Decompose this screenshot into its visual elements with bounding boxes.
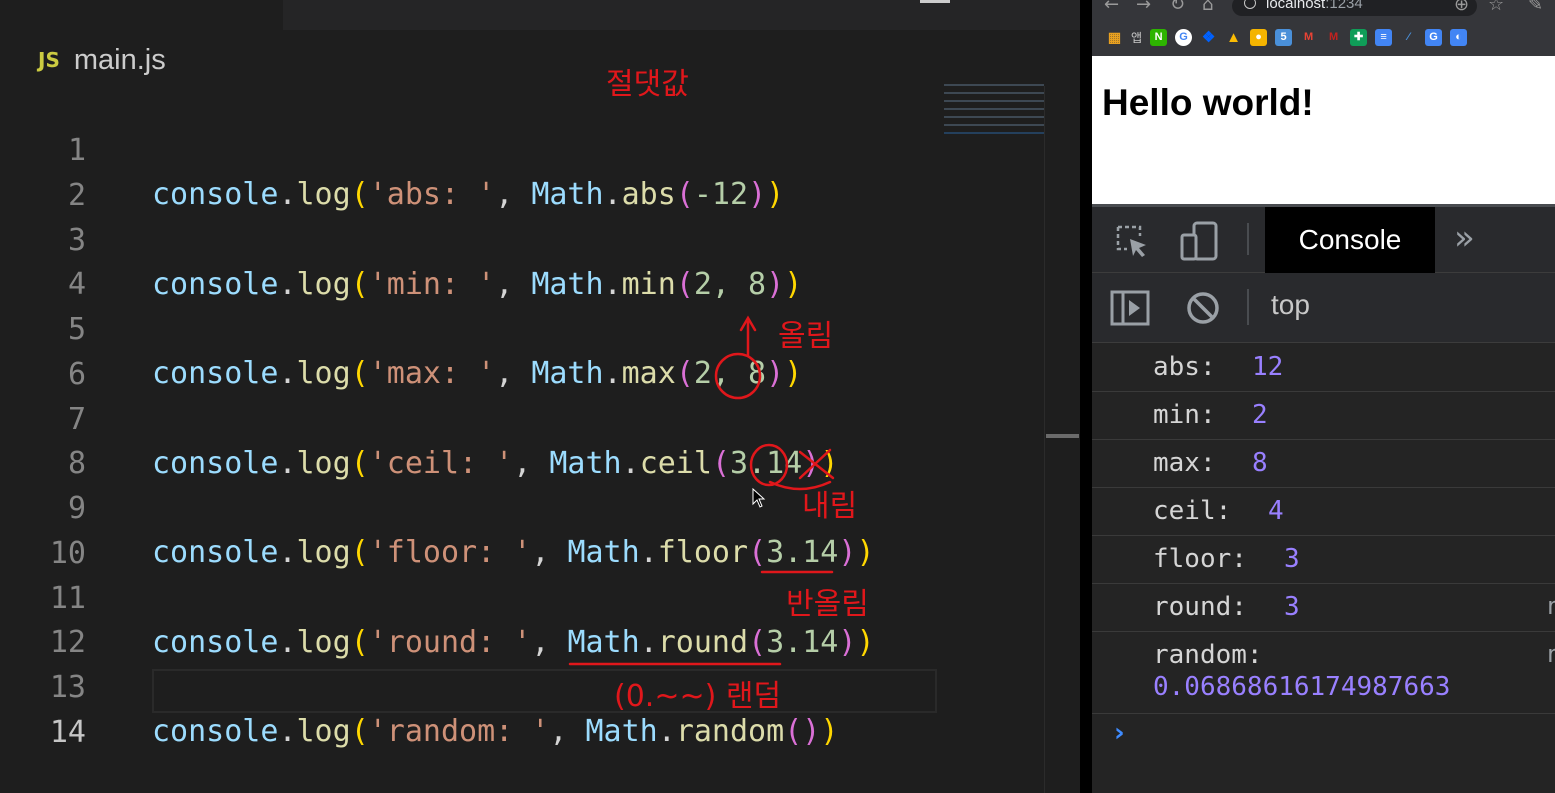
- back-icon[interactable]: ←: [1104, 0, 1119, 15]
- apps-label[interactable]: 앱: [1131, 29, 1142, 46]
- console-label: abs:: [1153, 352, 1232, 382]
- extension-icon[interactable]: ✎: [1528, 0, 1543, 15]
- inspect-element-icon[interactable]: [1114, 223, 1150, 259]
- cross-floor-decimals: [798, 448, 835, 480]
- device-toolbar-icon[interactable]: [1180, 221, 1222, 261]
- forward-icon[interactable]: →: [1136, 0, 1151, 15]
- console-value: 0.06868616174987663: [1153, 672, 1451, 702]
- handwritten-annotations: 절댓값 올림 내림 반올림 (0.~~) 랜덤: [568, 67, 869, 714]
- bookmark-gmail2-icon[interactable]: M: [1325, 29, 1342, 46]
- annotation-floor: 내림: [802, 489, 857, 524]
- bookmark-keep-icon[interactable]: ●: [1250, 28, 1268, 46]
- console-sidebar-icon[interactable]: [1110, 290, 1150, 326]
- console-value: 4: [1268, 496, 1284, 526]
- annotation-abs: 절댓값: [606, 67, 689, 102]
- source-link[interactable]: n: [1547, 640, 1555, 668]
- bookmark-drive-icon[interactable]: ▲: [1225, 29, 1242, 46]
- bookmark-more-icon[interactable]: ◐: [1450, 28, 1468, 46]
- browser-window: ← → ↻ ⌂ localhost:1234 ⊕ ☆ ✎ ▦ 앱 N G ❖ ▲…: [1092, 0, 1555, 793]
- site-info-icon[interactable]: [1244, 0, 1256, 9]
- bookmark-link-icon[interactable]: ⁄: [1400, 29, 1417, 46]
- console-value: 12: [1252, 352, 1284, 382]
- annotation-ceil: 올림: [778, 319, 833, 354]
- console-message: max: 8: [1092, 440, 1555, 488]
- bookmarks-bar: ▦ 앱 N G ❖ ▲ ● 5 M M ✚ ≡ ⁄ G ◐: [1092, 18, 1555, 56]
- console-value: 2: [1252, 400, 1268, 430]
- console-message: min: 2: [1092, 392, 1555, 440]
- home-icon[interactable]: ⌂: [1202, 0, 1213, 15]
- bookmark-translate-icon[interactable]: G: [1425, 28, 1443, 46]
- console-message: round: 3 n: [1092, 584, 1555, 632]
- page-heading: Hello world!: [1102, 82, 1314, 123]
- toolbar-separator: [1247, 289, 1249, 325]
- annotation-round: 반올림: [786, 587, 869, 622]
- toolbar-separator: [1247, 223, 1249, 255]
- bookmark-dropbox-icon[interactable]: ❖: [1200, 29, 1217, 46]
- console-label: max:: [1153, 448, 1232, 478]
- apps-grid-icon[interactable]: ▦: [1106, 29, 1123, 46]
- reload-icon[interactable]: ↻: [1170, 0, 1185, 15]
- code-editor[interactable]: JS main.js 1 console.log('abs: ', Math.a…: [0, 0, 1088, 793]
- console-value: 8: [1252, 448, 1268, 478]
- clear-console-icon[interactable]: [1186, 291, 1220, 325]
- mouse-pointer-icon: [752, 488, 766, 508]
- source-link[interactable]: n: [1547, 592, 1555, 620]
- console-value: 3: [1284, 592, 1300, 622]
- execution-context-select[interactable]: top: [1271, 289, 1310, 321]
- console-message: random: 0.06868616174987663 n: [1092, 632, 1555, 714]
- bookmark-calendar-icon[interactable]: 5: [1275, 28, 1293, 46]
- console-label: floor:: [1153, 544, 1263, 574]
- console-label: ceil:: [1153, 496, 1247, 526]
- circle-ceil-3: [714, 352, 762, 400]
- console-label: min:: [1153, 400, 1232, 430]
- console-message: floor: 3: [1092, 536, 1555, 584]
- console-message: ceil: 4: [1092, 488, 1555, 536]
- bookmark-naver-icon[interactable]: N: [1150, 28, 1168, 46]
- console-output: abs: 12 min: 2 max: 8 ceil: 4 floor: 3 r…: [1092, 344, 1555, 714]
- bookmark-star-icon[interactable]: ☆: [1488, 0, 1504, 15]
- bookmark-sheets-icon[interactable]: ✚: [1350, 28, 1368, 46]
- devtools-toolbar: Console »: [1092, 207, 1555, 273]
- console-prompt-icon[interactable]: ›: [1114, 718, 1125, 748]
- console-toolbar: top: [1092, 273, 1555, 343]
- bookmark-docs-icon[interactable]: ≡: [1375, 28, 1393, 46]
- web-page-viewport: Hello world!: [1092, 56, 1555, 204]
- bookmark-gmail-icon[interactable]: M: [1300, 29, 1317, 46]
- zoom-icon[interactable]: ⊕: [1454, 0, 1469, 15]
- window-gap: [1080, 0, 1092, 793]
- console-label: random:: [1153, 640, 1263, 670]
- tab-console[interactable]: Console: [1265, 207, 1435, 273]
- console-label: round:: [1153, 592, 1263, 622]
- console-value: 3: [1284, 544, 1300, 574]
- more-tabs-icon[interactable]: »: [1454, 220, 1475, 256]
- circle-floor-3: [749, 443, 789, 487]
- browser-toolbar: ← → ↻ ⌂ localhost:1234 ⊕ ☆ ✎: [1092, 0, 1555, 18]
- address-bar[interactable]: localhost:1234: [1232, 0, 1477, 16]
- annotation-random: (0.~~) 랜덤: [614, 679, 781, 714]
- console-message: abs: 12: [1092, 344, 1555, 392]
- bookmark-google-icon[interactable]: G: [1175, 28, 1193, 46]
